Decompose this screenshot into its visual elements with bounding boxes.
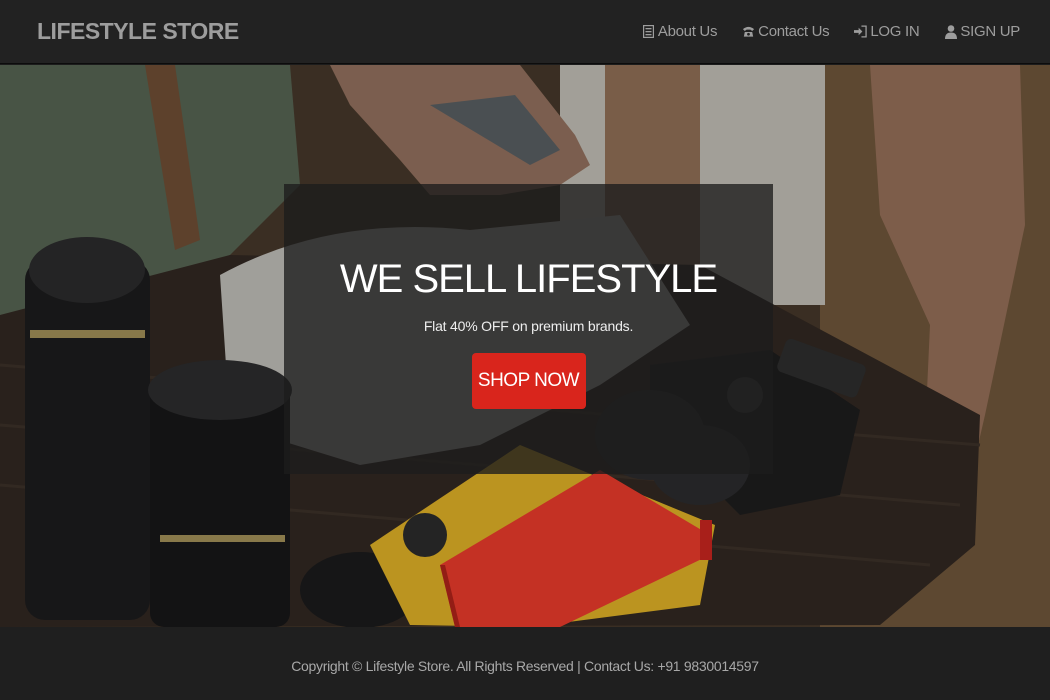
nav-contact-us-label: Contact Us bbox=[758, 23, 830, 40]
hero-subtitle: Flat 40% OFF on premium brands. bbox=[423, 318, 634, 334]
navbar: LIFESTYLE STORE About Us Contact Us LOG … bbox=[0, 0, 1050, 64]
user-icon bbox=[944, 24, 957, 39]
nav-about-us[interactable]: About Us bbox=[642, 23, 717, 40]
nav-sign-up-label: SIGN UP bbox=[960, 23, 1020, 40]
list-alt-icon bbox=[642, 24, 655, 39]
nav-contact-us[interactable]: Contact Us bbox=[742, 23, 830, 40]
hero-banner: WE SELL LIFESTYLE Flat 40% OFF on premiu… bbox=[284, 184, 773, 474]
phone-icon bbox=[742, 24, 755, 39]
nav-log-in-label: LOG IN bbox=[870, 23, 920, 40]
nav-links: About Us Contact Us LOG IN SIGN UP bbox=[617, 0, 1020, 63]
nav-about-us-label: About Us bbox=[657, 23, 718, 40]
footer-copyright: Copyright © Lifestyle Store. All Rights … bbox=[291, 657, 759, 674]
nav-log-in[interactable]: LOG IN bbox=[854, 23, 920, 40]
hero-title: WE SELL LIFESTYLE bbox=[339, 257, 718, 301]
nav-sign-up[interactable]: SIGN UP bbox=[944, 23, 1020, 40]
brand-logo[interactable]: LIFESTYLE STORE bbox=[37, 18, 239, 45]
shop-now-button[interactable]: SHOP NOW bbox=[471, 353, 586, 409]
footer: Copyright © Lifestyle Store. All Rights … bbox=[0, 627, 1050, 700]
log-in-icon bbox=[854, 24, 868, 39]
hero-section: WE SELL LIFESTYLE Flat 40% OFF on premiu… bbox=[0, 65, 1050, 627]
